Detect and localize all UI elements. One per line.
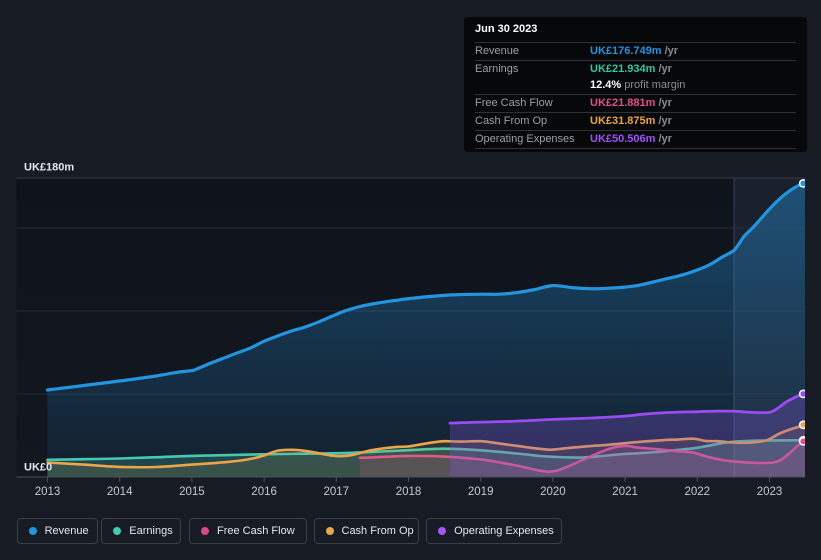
- svg-text:2017: 2017: [324, 486, 350, 498]
- svg-text:2013: 2013: [35, 486, 61, 498]
- svg-text:2018: 2018: [396, 486, 422, 498]
- svg-text:2021: 2021: [612, 486, 638, 498]
- svg-text:2022: 2022: [685, 486, 711, 498]
- svg-text:UK£180m: UK£180m: [24, 162, 74, 174]
- svg-text:2023: 2023: [757, 486, 783, 498]
- svg-text:2014: 2014: [107, 486, 133, 498]
- svg-text:UK£0: UK£0: [24, 462, 52, 474]
- svg-text:2019: 2019: [468, 486, 494, 498]
- svg-text:2016: 2016: [251, 486, 277, 498]
- svg-text:2015: 2015: [179, 486, 205, 498]
- svg-text:2020: 2020: [540, 486, 566, 498]
